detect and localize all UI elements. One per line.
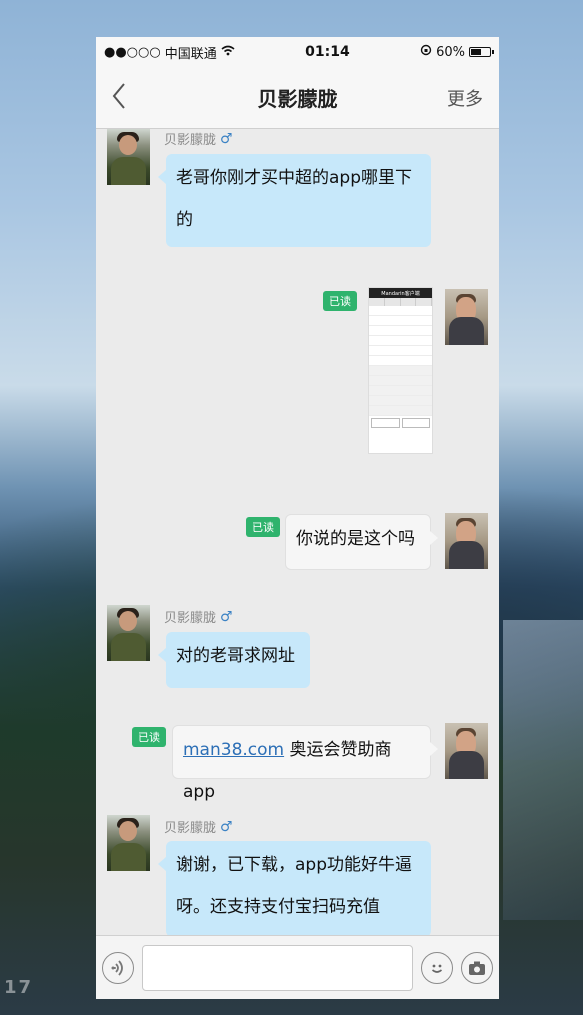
my-avatar[interactable]: [445, 513, 488, 569]
back-button[interactable]: [112, 81, 152, 115]
more-button[interactable]: 更多: [443, 85, 483, 111]
message-bubble-outgoing[interactable]: 你说的是这个吗: [285, 514, 438, 570]
voice-button[interactable]: [102, 951, 134, 984]
contact-avatar[interactable]: [107, 605, 150, 661]
read-badge: 已读: [246, 517, 280, 537]
read-badge: 已读: [132, 727, 166, 747]
message-bubble-incoming[interactable]: 老哥你刚才买中超的app哪里下 的: [158, 154, 431, 247]
emoji-icon: [431, 964, 443, 973]
message-bubble-incoming[interactable]: 谢谢，已下载，app功能好牛逼 呀。还支持支付宝扫码充值: [158, 841, 431, 935]
chat-area[interactable]: 贝影朦胧 ♂ 老哥你刚才买中超的app哪里下 的 已读 Mandarin客户端 已…: [96, 129, 499, 935]
status-bar: ●●○○○ 中国联通 01:14 60%: [96, 37, 499, 67]
battery-icon: [469, 47, 494, 57]
male-icon: ♂: [220, 818, 233, 835]
read-badge: 已读: [323, 291, 357, 311]
chevron-left-icon: [112, 82, 125, 109]
voice-icon: [111, 959, 123, 976]
camera-icon: [469, 961, 485, 975]
emoji-button[interactable]: [421, 951, 453, 984]
message-image[interactable]: Mandarin客户端: [368, 287, 433, 454]
my-avatar[interactable]: [445, 289, 488, 345]
wifi-icon: [221, 45, 235, 60]
male-icon: ♂: [220, 608, 233, 625]
signal-strength: ●●○○○: [104, 44, 161, 60]
background-road: [503, 620, 583, 920]
contact-avatar[interactable]: [107, 129, 150, 185]
sender-name: 贝影朦胧 ♂: [164, 130, 233, 149]
rotation-lock-icon: [420, 44, 432, 60]
phone-screen: ●●○○○ 中国联通 01:14 60% 贝影朦胧 更多 贝影朦胧 ♂ 老哥你刚才: [96, 37, 499, 999]
page-title: 贝影朦胧: [257, 87, 338, 111]
contact-avatar[interactable]: [107, 815, 150, 871]
sender-name: 贝影朦胧 ♂: [164, 608, 233, 627]
carrier-name: 中国联通: [164, 46, 217, 62]
message-link[interactable]: man38.com: [183, 740, 284, 760]
message-bubble-incoming[interactable]: 对的老哥求网址: [158, 632, 310, 688]
input-bar: [96, 935, 499, 999]
clock: 01:14: [305, 44, 350, 60]
my-avatar[interactable]: [445, 723, 488, 779]
male-icon: ♂: [220, 130, 233, 147]
message-input[interactable]: [142, 944, 413, 991]
camera-button[interactable]: [461, 951, 493, 984]
battery-percent: 60%: [436, 44, 465, 60]
nav-bar: 贝影朦胧 更多: [96, 67, 499, 129]
message-bubble-outgoing[interactable]: man38.com 奥运会赞助商app: [172, 725, 438, 802]
sender-name: 贝影朦胧 ♂: [164, 818, 233, 837]
